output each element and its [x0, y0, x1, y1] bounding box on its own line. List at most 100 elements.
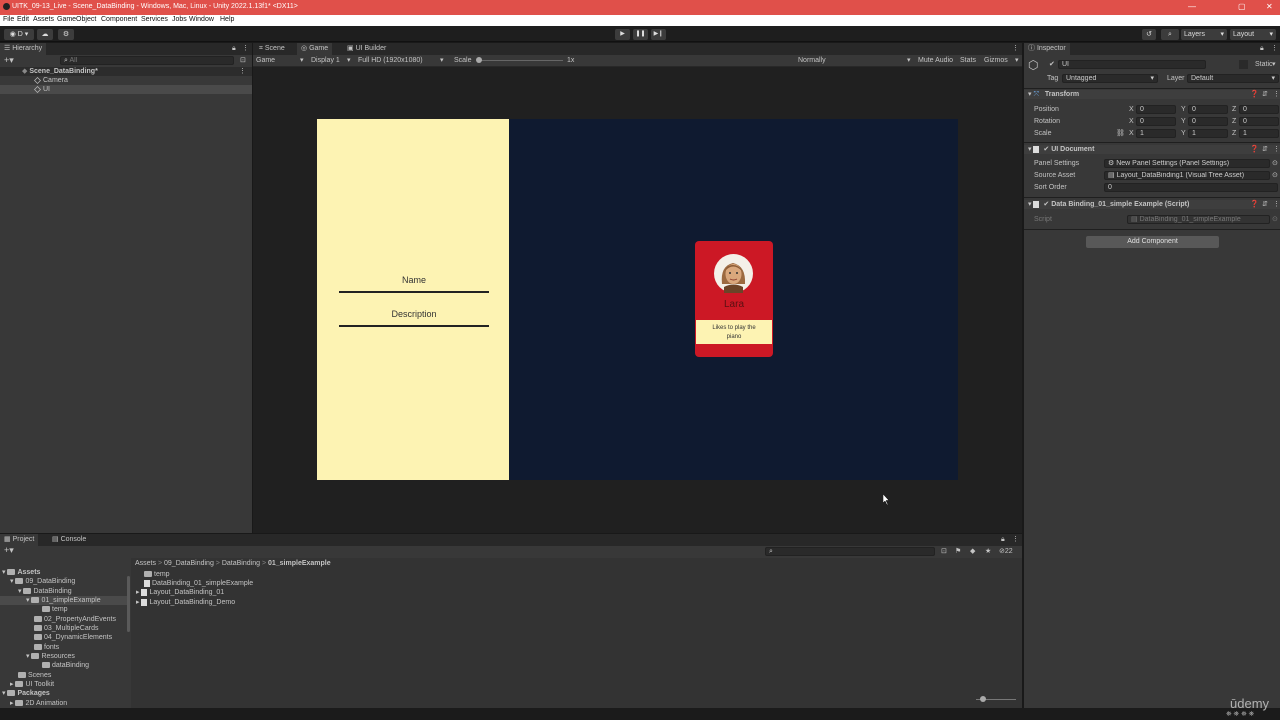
description-field-underline[interactable] — [339, 325, 489, 327]
tree-item[interactable]: ▾ Resources — [26, 652, 75, 661]
scale-slider-handle[interactable] — [476, 57, 482, 63]
source-asset-field[interactable]: ▤ Layout_DataBinding1 (Visual Tree Asset… — [1104, 171, 1270, 180]
menu-services[interactable]: Services — [141, 16, 168, 23]
close-icon[interactable]: ✕ — [1266, 2, 1273, 11]
mute-audio-toggle[interactable]: Mute Audio — [918, 56, 953, 65]
resolution-dropdown[interactable]: Full HD (1920x1080) ▾ — [358, 56, 446, 65]
tab-game[interactable]: ◎ Game — [297, 43, 333, 55]
add-component-button[interactable]: Add Component — [1086, 236, 1219, 248]
game-mode-dropdown[interactable]: Game ▾ — [256, 56, 306, 65]
menu-file[interactable]: File — [3, 16, 14, 23]
tag-dropdown[interactable]: Untagged ▾ — [1062, 74, 1158, 83]
tree-item[interactable]: Scenes — [18, 671, 51, 680]
pause-button[interactable]: ❚❚ — [633, 29, 648, 40]
account-button[interactable]: ◉ D ▾ — [4, 29, 34, 40]
display-dropdown[interactable]: Display 1 ▾ — [311, 56, 355, 65]
add-icon[interactable]: +▾ — [4, 546, 14, 555]
layers-dropdown[interactable]: Layers ▾ — [1181, 29, 1227, 40]
icon-size-slider-handle[interactable] — [980, 696, 986, 702]
hidden-count[interactable]: ⊘22 — [999, 547, 1013, 556]
hierarchy-item-selected[interactable]: UI — [0, 85, 252, 94]
rotation-z-field[interactable]: 0 — [1239, 117, 1279, 126]
menu-component[interactable]: Component — [101, 16, 137, 23]
object-picker-icon[interactable]: ⊙ — [1272, 171, 1278, 180]
tree-item[interactable]: dataBinding — [42, 661, 89, 670]
object-name-field[interactable]: UI — [1058, 60, 1206, 69]
tab-inspector[interactable]: ⓘ Inspector — [1024, 43, 1070, 55]
tree-item[interactable]: ▸ UI Toolkit — [10, 680, 54, 689]
search-by-label-icon[interactable]: ⚑ — [955, 547, 961, 556]
static-dropdown-icon[interactable]: ▾ — [1272, 60, 1276, 69]
tree-item[interactable]: ▸ 2D Animation — [10, 699, 67, 708]
label-icon[interactable]: ◆ — [970, 547, 975, 556]
tree-item[interactable]: ▾ DataBinding — [18, 587, 72, 596]
static-checkbox[interactable] — [1239, 60, 1248, 69]
file-item[interactable]: ▸ Layout_DataBinding_Demo — [136, 598, 235, 607]
favorite-icon[interactable]: ★ — [985, 547, 991, 556]
lock-icon[interactable]: 🔒︎ — [232, 44, 236, 53]
more-icon[interactable]: ⋮ — [1012, 44, 1019, 53]
position-x-field[interactable]: 0 — [1136, 105, 1176, 114]
play-focus-dropdown[interactable]: Normally ▾ — [798, 56, 914, 65]
filter-icon[interactable]: ⊡ — [240, 56, 246, 65]
layout-dropdown[interactable]: Layout ▾ — [1230, 29, 1276, 40]
add-icon[interactable]: +▾ — [4, 56, 14, 65]
search-by-type-icon[interactable]: ⊡ — [941, 547, 947, 556]
more-icon[interactable]: ⋮ — [1012, 535, 1019, 544]
scale-x-field[interactable]: 1 — [1136, 129, 1176, 138]
breadcrumb-item[interactable]: DataBinding — [222, 560, 260, 567]
menu-assets[interactable]: Assets — [33, 16, 54, 23]
status-icons[interactable]: ⛯ ⛯ ⛯ ⛯ — [1226, 710, 1254, 719]
project-search-input[interactable]: ⌕ — [765, 547, 935, 556]
tab-ui-builder[interactable]: ▣ UI Builder — [343, 43, 390, 55]
minimize-icon[interactable]: — — [1188, 2, 1196, 11]
tree-item[interactable]: ▾ Assets — [2, 568, 40, 577]
menu-help[interactable]: Help — [220, 16, 234, 23]
lock-icon[interactable]: 🔒︎ — [1001, 535, 1005, 544]
more-icon[interactable]: ⋮ — [242, 44, 249, 53]
active-checkbox[interactable]: ✔ — [1049, 60, 1055, 69]
scale-slider-track[interactable] — [479, 60, 563, 61]
menu-window[interactable]: Window — [189, 16, 214, 23]
link-icon[interactable]: ⛓ — [1116, 129, 1125, 138]
gizmos-dropdown[interactable]: Gizmos ▾ — [984, 56, 1020, 65]
breadcrumb-item[interactable]: Assets — [135, 560, 156, 567]
tab-scene[interactable]: ⌗ Scene — [255, 43, 289, 55]
file-item[interactable]: DataBinding_01_simpleExample — [144, 579, 253, 588]
breadcrumb-item[interactable]: 09_DataBinding — [164, 560, 214, 567]
search-icon[interactable]: ⌕ — [1161, 29, 1179, 40]
tree-item[interactable]: 04_DynamicElements — [34, 633, 112, 642]
tree-item[interactable]: fonts — [34, 643, 59, 652]
collab-icon[interactable]: ⚙ — [58, 29, 74, 40]
tree-item[interactable]: 02_PropertyAndEvents — [34, 615, 116, 624]
rotation-y-field[interactable]: 0 — [1188, 117, 1228, 126]
scene-row[interactable]: ◆ Scene_DataBinding* ⋮ — [0, 67, 252, 76]
transform-header[interactable]: ▾ ⤧ Transform ❓ ⇵ ⋮ — [1024, 90, 1280, 99]
play-button[interactable]: ▶ — [615, 29, 630, 40]
rotation-x-field[interactable]: 0 — [1136, 117, 1176, 126]
lock-icon[interactable]: 🔒︎ — [1260, 44, 1264, 53]
sort-order-field[interactable]: 0 — [1104, 183, 1278, 192]
cloud-icon[interactable]: ☁ — [37, 29, 53, 40]
object-picker-icon[interactable]: ⊙ — [1272, 159, 1278, 168]
ui-document-header[interactable]: ▾ ✔ UI Document ❓ ⇵ ⋮ — [1024, 145, 1280, 154]
name-field-underline[interactable] — [339, 291, 489, 293]
script-component-header[interactable]: ▾ ✔ Data Binding_01_simple Example (Scri… — [1024, 200, 1280, 209]
hierarchy-item[interactable]: Camera — [34, 76, 68, 85]
more-icon[interactable]: ⋮ — [1271, 44, 1278, 53]
scale-y-field[interactable]: 1 — [1188, 129, 1228, 138]
menu-jobs[interactable]: Jobs — [172, 16, 187, 23]
file-item[interactable]: ▸ Layout_DataBinding_01 — [136, 588, 224, 597]
menu-gameobject[interactable]: GameObject — [57, 16, 96, 23]
menu-edit[interactable]: Edit — [17, 16, 29, 23]
tab-console[interactable]: ▤ Console — [48, 534, 90, 546]
position-z-field[interactable]: 0 — [1239, 105, 1279, 114]
hierarchy-search-input[interactable]: ⌕ All — [60, 56, 234, 65]
breadcrumb-item[interactable]: 01_simpleExample — [268, 560, 331, 567]
position-y-field[interactable]: 0 — [1188, 105, 1228, 114]
stats-toggle[interactable]: Stats — [960, 56, 976, 65]
tree-item[interactable]: 03_MultipleCards — [34, 624, 98, 633]
maximize-icon[interactable]: ▢ — [1238, 2, 1246, 11]
layer-dropdown[interactable]: Default ▾ — [1187, 74, 1279, 83]
tree-item-selected[interactable]: ▾ 01_simpleExample — [0, 596, 128, 605]
